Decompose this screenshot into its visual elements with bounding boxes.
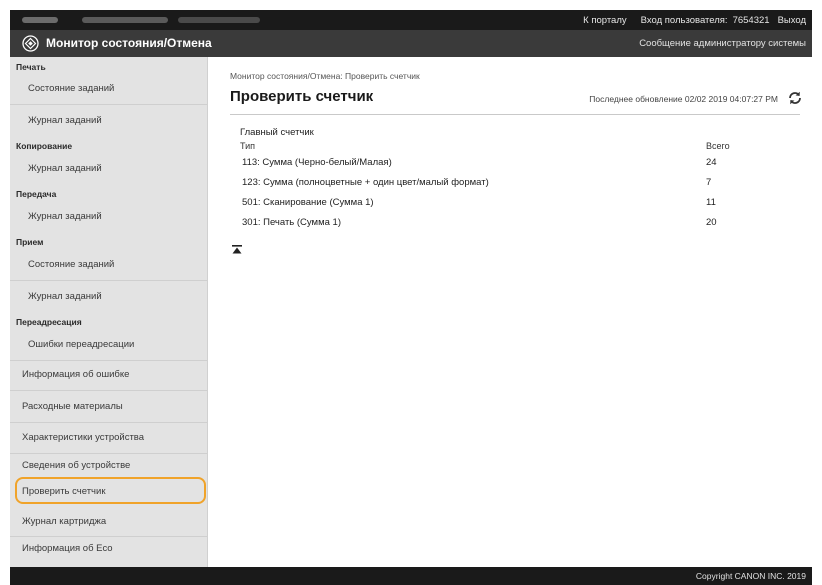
sidebar-section-copy: Копирование — [16, 141, 73, 151]
sidebar-item-device-features[interactable]: Характеристики устройства — [22, 432, 144, 443]
sidebar-item-send-job-log[interactable]: Журнал заданий — [28, 211, 102, 222]
obscured-region — [178, 17, 260, 23]
sidebar-section-send: Передача — [16, 189, 57, 199]
copyright-text: Copyright CANON INC. 2019 — [695, 571, 806, 581]
main-content: Монитор состояния/Отмена: Проверить счет… — [208, 57, 812, 567]
sidebar-item-error-info[interactable]: Информация об ошибке — [22, 369, 129, 380]
topbar-right-group: К порталу Вход пользователя: 7654321 Вых… — [583, 10, 806, 30]
admin-message-link[interactable]: Сообщение администратору системы — [639, 38, 806, 49]
counter-row-type: 113: Сумма (Черно-белый/Малая) — [242, 157, 392, 168]
refresh-icon[interactable] — [786, 89, 804, 107]
top-bar: К порталу Вход пользователя: 7654321 Вых… — [10, 10, 812, 30]
main-counter-title: Главный счетчик — [240, 127, 314, 138]
counter-row-total: 24 — [706, 157, 717, 168]
divider — [10, 536, 207, 537]
divider — [10, 104, 207, 105]
login-label: Вход пользователя: — [640, 14, 728, 26]
obscured-region — [82, 17, 168, 23]
sidebar-item-receive-job-log[interactable]: Журнал заданий — [28, 291, 102, 302]
sidebar-item-cartridge-log[interactable]: Журнал картриджа — [22, 516, 106, 527]
sidebar-item-print-job-log[interactable]: Журнал заданий — [28, 115, 102, 126]
sidebar-item-check-counter[interactable]: Проверить счетчик — [22, 486, 105, 497]
page-title: Проверить счетчик — [230, 88, 374, 105]
counter-row-total: 7 — [706, 177, 712, 188]
sidebar-section-receive: Прием — [16, 237, 44, 247]
divider — [10, 360, 207, 361]
title-bar: Монитор состояния/Отмена Сообщение админ… — [10, 30, 812, 57]
counter-row-type: 501: Сканирование (Сумма 1) — [242, 197, 374, 208]
back-to-top-icon[interactable] — [232, 245, 242, 255]
last-update-text: Последнее обновление 02/02 2019 04:07:27… — [589, 94, 778, 104]
column-header-type: Тип — [240, 141, 256, 151]
logout-link[interactable]: Выход — [778, 15, 806, 26]
app-title: Монитор состояния/Отмена — [46, 36, 212, 50]
page-frame: К порталу Вход пользователя: 7654321 Вых… — [0, 0, 822, 585]
sidebar-item-copy-job-log[interactable]: Журнал заданий — [28, 163, 102, 174]
sidebar-item-device-info[interactable]: Сведения об устройстве — [22, 460, 130, 471]
sidebar: Печать Состояние заданий Журнал заданий … — [10, 57, 208, 567]
sidebar-item-forwarding-errors[interactable]: Ошибки переадресации — [28, 339, 134, 350]
divider — [10, 453, 207, 454]
column-header-total: Всего — [706, 141, 730, 151]
sidebar-item-eco-info[interactable]: Информация об Eco — [22, 543, 113, 554]
divider — [10, 280, 207, 281]
footer: Copyright CANON INC. 2019 — [10, 567, 812, 585]
divider — [230, 114, 800, 115]
divider — [10, 390, 207, 391]
sidebar-section-print: Печать — [16, 62, 46, 72]
status-monitor-icon — [22, 35, 39, 52]
user-id: 7654321 — [732, 14, 770, 26]
sidebar-section-forwarding: Переадресация — [16, 317, 82, 327]
counter-row-total: 20 — [706, 217, 717, 228]
breadcrumb: Монитор состояния/Отмена: Проверить счет… — [230, 71, 420, 81]
portal-link[interactable]: К порталу — [583, 15, 627, 26]
obscured-region — [22, 17, 58, 23]
counter-row-total: 11 — [706, 197, 716, 208]
counter-row-type: 301: Печать (Сумма 1) — [242, 217, 341, 228]
sidebar-item-receive-job-status[interactable]: Состояние заданий — [28, 259, 114, 270]
sidebar-item-consumables[interactable]: Расходные материалы — [22, 401, 123, 412]
sidebar-item-print-job-status[interactable]: Состояние заданий — [28, 83, 114, 94]
divider — [10, 422, 207, 423]
counter-row-type: 123: Сумма (полноцветные + один цвет/мал… — [242, 177, 489, 188]
